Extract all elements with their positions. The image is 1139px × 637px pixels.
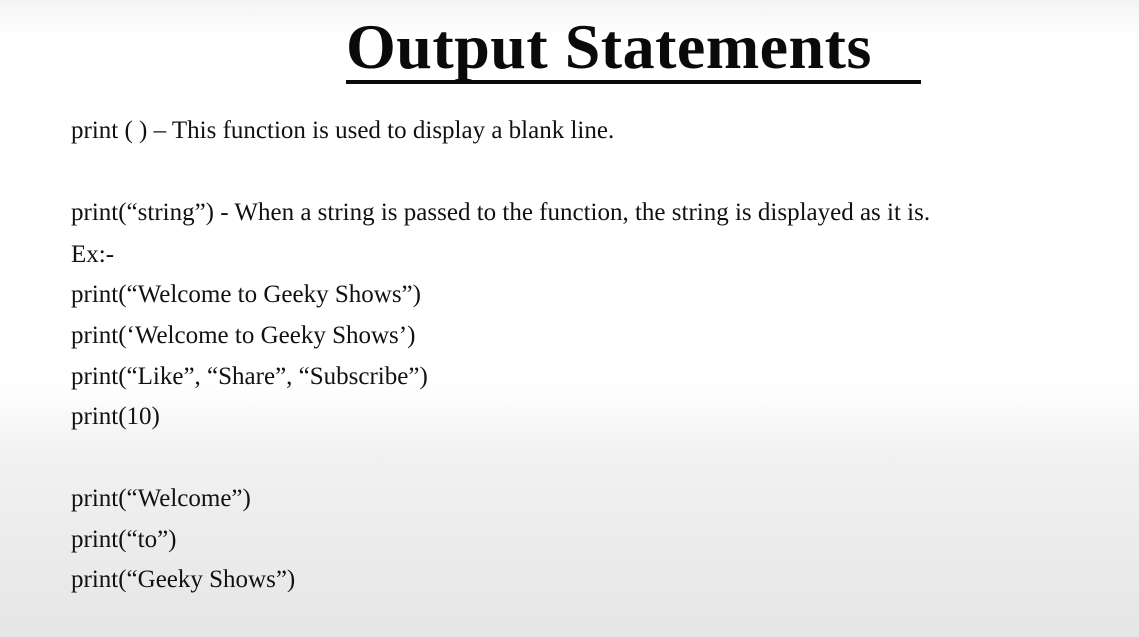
code-line: print(“Like”, “Share”, “Subscribe”)	[71, 363, 428, 390]
example-label: Ex:-	[71, 241, 115, 268]
slide-title: Output Statements	[346, 11, 872, 82]
code-line: print(“Welcome”)	[71, 485, 251, 512]
string-description: print(“string”) - When a string is passe…	[71, 199, 931, 226]
code-line: print(“Geeky Shows”)	[71, 566, 296, 593]
code-line: print(“Welcome to Geeky Shows”)	[71, 281, 421, 308]
title-underline	[346, 80, 921, 84]
code-line: print(“to”)	[71, 526, 177, 553]
slide: Output Statements print ( ) – This funct…	[0, 0, 1139, 637]
blank-line-description: print ( ) – This function is used to dis…	[71, 117, 615, 144]
code-line: print(‘Welcome to Geeky Shows’)	[71, 322, 416, 349]
code-line: print(10)	[71, 403, 160, 430]
